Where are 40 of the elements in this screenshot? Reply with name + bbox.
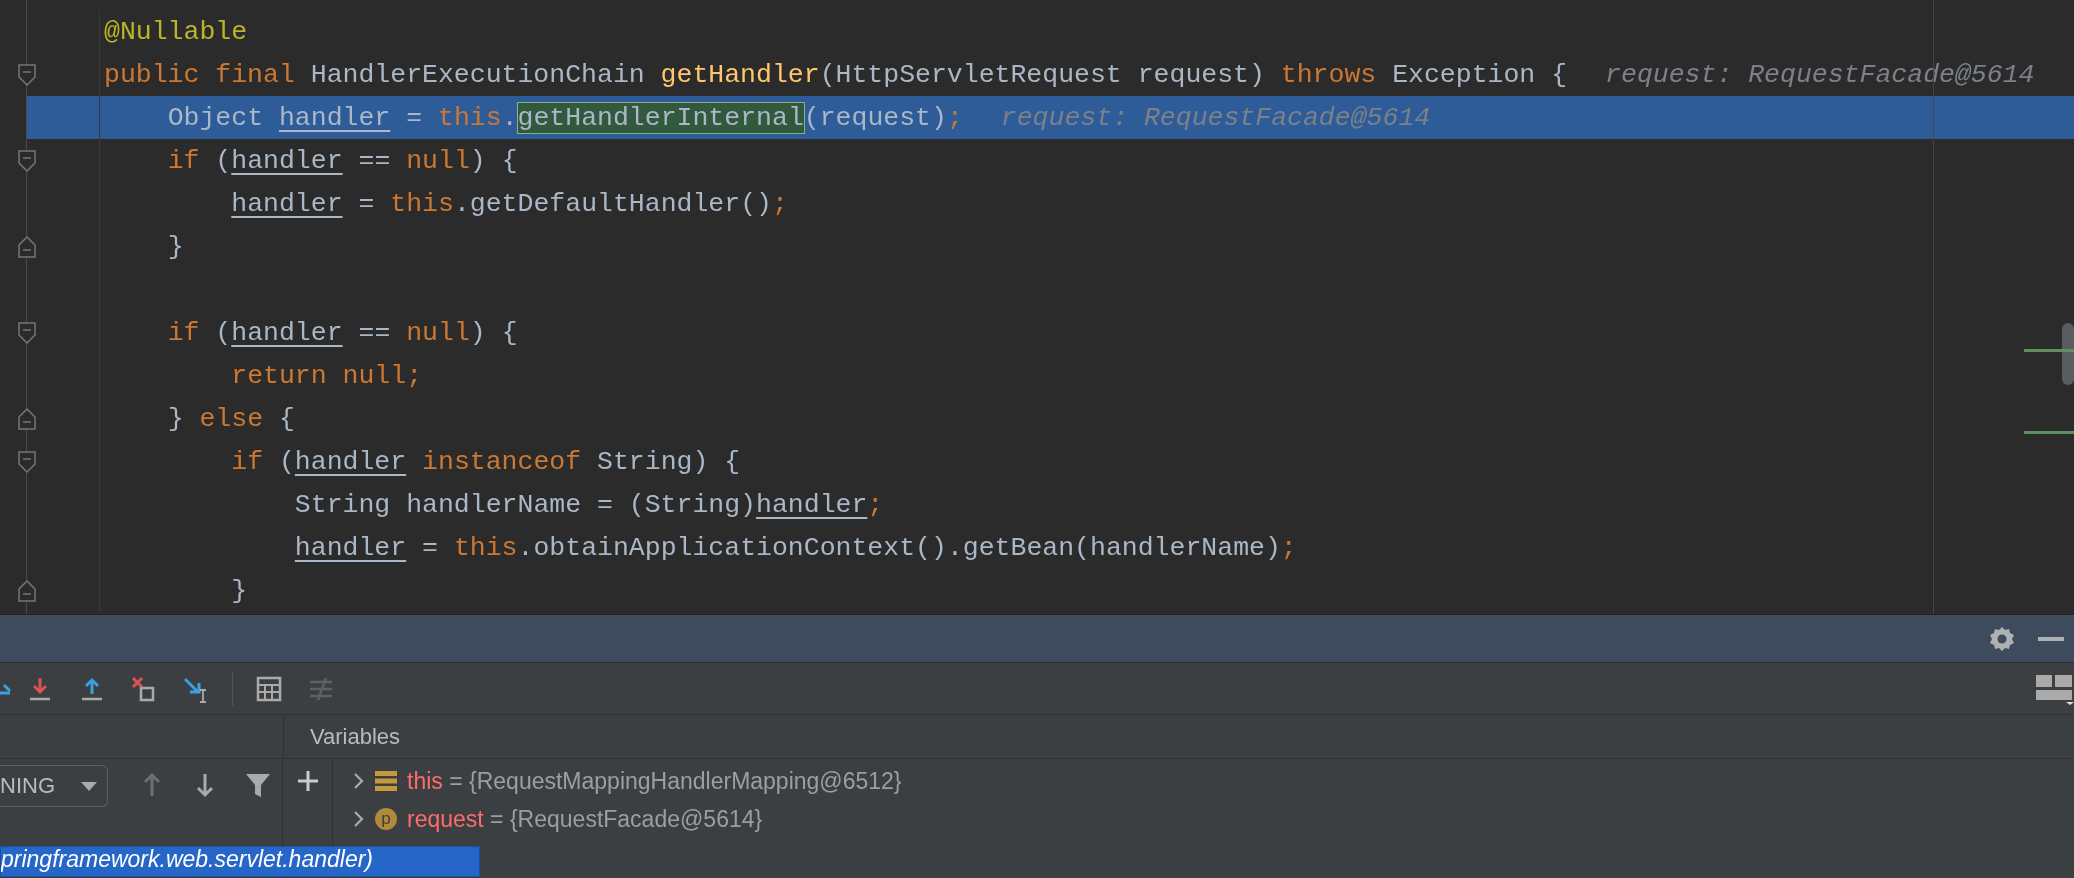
variable-value: = {RequestFacade@5614} [490,805,763,832]
fold-icon[interactable] [18,321,36,344]
parameter-badge: p [375,808,397,830]
panel-title: Variables [309,723,401,751]
code-line: if (handler == null) { [166,317,518,348]
code-line: if (handler instanceof String) { [230,446,741,477]
code-line: Object handler = this.getHandlerInternal(request); [166,102,963,133]
inline-hint: request: RequestFacade@5614 [1605,59,2035,90]
code-line: handler = this.getDefaultHandler(); [230,188,788,219]
code-line: handler = this.obtainApplicationContext().getBean(handlerName); [293,532,1297,563]
step-over-icon [0,682,12,695]
variable-value: = {RequestMappingHandlerMapping@6512} [449,767,902,794]
variable-name: request [407,805,484,832]
code-line: } [230,575,248,606]
scrollbar-thumb[interactable] [2062,323,2074,385]
code-line: public final HandlerExecutionChain getHandler(HttpServletRequest request) throws Exception { [103,59,1568,90]
expand-icon[interactable] [353,772,365,790]
fold-icon[interactable] [18,149,36,172]
code-line: return null; [230,360,423,391]
add-icon[interactable] [295,769,320,793]
code-line: @Nullable [103,16,248,47]
code-line: } else { [166,403,295,434]
fold-end-icon[interactable] [18,235,36,258]
fold-icon[interactable] [18,63,36,86]
settings-icon[interactable] [1988,624,2016,653]
inline-hint: request: RequestFacade@5614 [1000,102,1431,133]
field-icon [375,770,397,792]
layout-icon[interactable] [2034,672,2074,705]
frame-tooltip: pringframework.web.servlet.handler) [0,846,480,877]
fold-end-icon[interactable] [18,579,36,602]
code-line: if (handler == null) { [166,145,518,176]
code-line: } [166,231,184,262]
thread-dropdown[interactable]: NING [0,765,109,807]
caret-icon [81,781,98,791]
variable-name: this [407,767,443,794]
code-line: String handlerName = (String)handler; [293,489,884,520]
minimize-icon[interactable] [2038,636,2064,641]
fold-icon[interactable] [18,450,36,473]
expand-icon[interactable] [353,810,365,828]
fold-end-icon[interactable] [18,407,36,430]
